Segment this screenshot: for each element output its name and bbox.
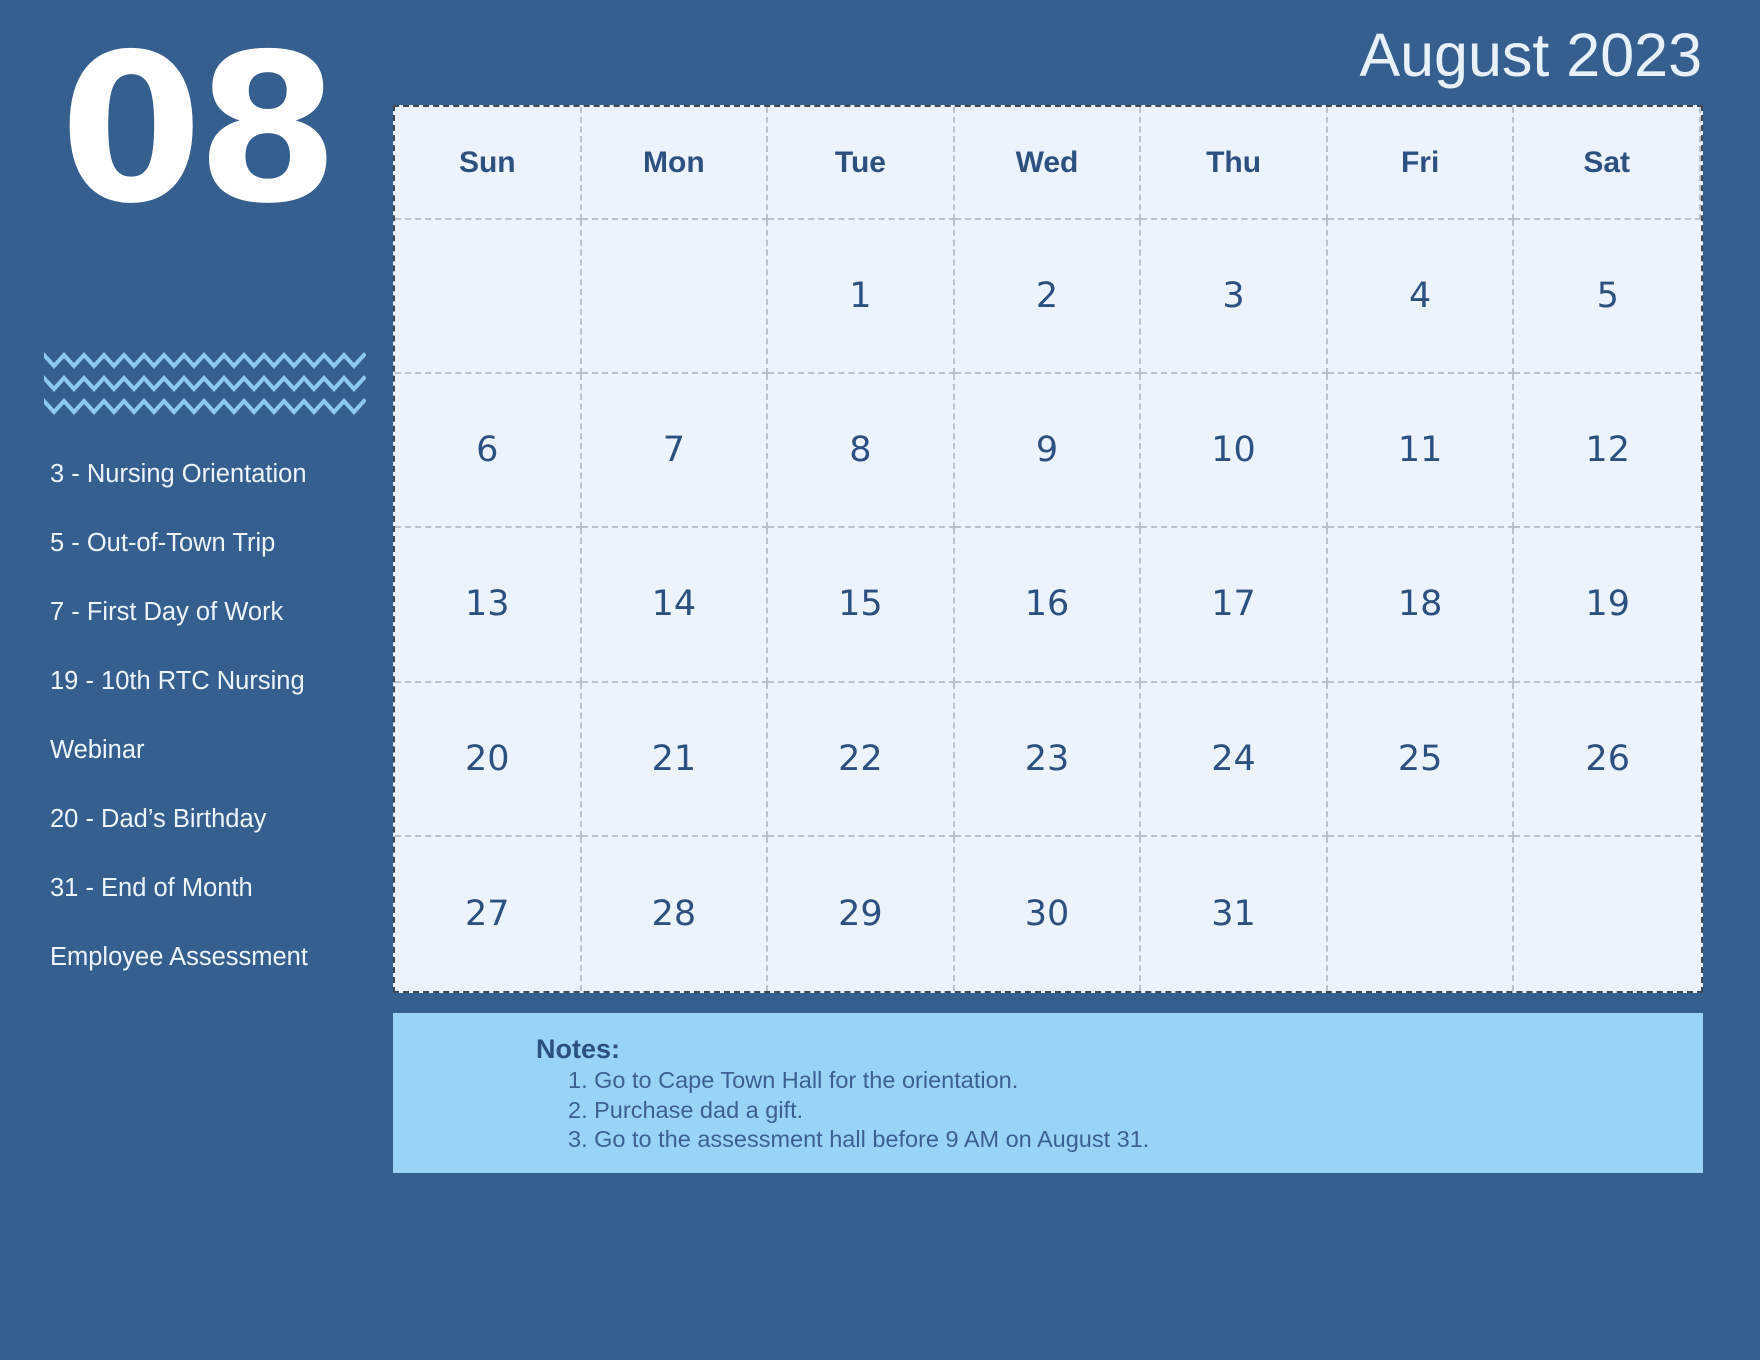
weekday-header-sat: Sat bbox=[1514, 107, 1701, 220]
weekday-header-sun: Sun bbox=[395, 107, 582, 220]
event-item: 3 - Nursing Orientation bbox=[50, 460, 307, 488]
month-number: 08 bbox=[59, 11, 339, 249]
event-item: 7 - First Day of Work bbox=[50, 598, 284, 626]
day-cell[interactable]: 1 bbox=[768, 220, 955, 375]
note-item: 3. Go to the assessment hall before 9 AM… bbox=[568, 1126, 1150, 1152]
day-cell[interactable]: 20 bbox=[395, 682, 582, 837]
event-item: Employee Assessment bbox=[50, 943, 308, 971]
day-cell[interactable]: 28 bbox=[581, 836, 769, 991]
event-item: 19 - 10th RTC Nursing bbox=[50, 667, 305, 695]
day-cell[interactable]: 22 bbox=[768, 682, 955, 837]
notes-panel: Notes: 1. Go to Cape Town Hall for the o… bbox=[393, 1013, 1703, 1173]
event-item: Webinar bbox=[50, 736, 145, 764]
day-cell[interactable]: 3 bbox=[1141, 220, 1328, 375]
day-cell[interactable]: 5 bbox=[1514, 220, 1701, 375]
weekday-header-mon: Mon bbox=[581, 107, 769, 220]
day-cell[interactable]: 11 bbox=[1327, 374, 1515, 529]
note-item: 2. Purchase dad a gift. bbox=[568, 1096, 804, 1123]
day-cell[interactable]: 27 bbox=[395, 836, 582, 991]
day-cell[interactable]: 26 bbox=[1514, 682, 1701, 837]
day-cell[interactable]: 8 bbox=[768, 374, 955, 529]
day-cell-empty bbox=[395, 220, 582, 375]
day-cell[interactable]: 30 bbox=[954, 836, 1142, 991]
event-item: 5 - Out-of-Town Trip bbox=[50, 529, 276, 557]
weekday-header-tue: Tue bbox=[768, 107, 955, 220]
weekday-header-fri: Fri bbox=[1327, 107, 1515, 220]
day-cell[interactable]: 6 bbox=[395, 374, 582, 529]
day-cell[interactable]: 21 bbox=[581, 682, 769, 837]
page-title: August 2023 bbox=[1359, 21, 1702, 89]
day-cell[interactable]: 29 bbox=[768, 836, 955, 991]
zigzag-decoration-icon bbox=[41, 344, 367, 416]
calendar-grid: Sun Mon Tue Wed Thu Fri Sat 1 2 3 4 5 6 7 8 9 10 11 12 13 14… bbox=[393, 105, 1703, 993]
notes-items: 1. Go to Cape Town Hall for the orientat… bbox=[568, 1066, 1149, 1155]
weekday-header-wed: Wed bbox=[954, 107, 1142, 220]
events-list: 3 - Nursing Orientation 5 - Out-of-Town T… bbox=[50, 440, 390, 992]
day-cell[interactable]: 19 bbox=[1514, 528, 1701, 683]
day-cell-empty bbox=[1514, 836, 1701, 991]
day-cell[interactable]: 14 bbox=[581, 528, 769, 683]
day-cell[interactable]: 9 bbox=[954, 374, 1142, 529]
day-cell[interactable]: 4 bbox=[1327, 220, 1515, 375]
note-item: 1. Go to Cape Town Hall for the orientat… bbox=[568, 1067, 1019, 1093]
day-cell-empty bbox=[1327, 836, 1515, 991]
weekday-header-thu: Thu bbox=[1141, 107, 1328, 220]
day-cell[interactable]: 24 bbox=[1141, 682, 1328, 837]
day-cell[interactable]: 10 bbox=[1141, 374, 1328, 529]
day-cell[interactable]: 13 bbox=[395, 528, 582, 683]
day-cell[interactable]: 25 bbox=[1327, 682, 1515, 837]
day-cell[interactable]: 7 bbox=[581, 374, 769, 529]
event-item: 31 - End of Month bbox=[50, 874, 253, 902]
day-cell[interactable]: 17 bbox=[1141, 528, 1328, 683]
day-cell[interactable]: 15 bbox=[768, 528, 955, 683]
day-cell[interactable]: 18 bbox=[1327, 528, 1515, 683]
day-cell[interactable]: 2 bbox=[954, 220, 1142, 375]
sidebar: 08 3 - Nursing Orientation 5 - Out-of-Tow… bbox=[0, 0, 393, 1360]
day-cell-empty bbox=[581, 220, 769, 375]
day-cell[interactable]: 12 bbox=[1514, 374, 1701, 529]
day-cell[interactable]: 23 bbox=[954, 682, 1142, 837]
day-cell[interactable]: 16 bbox=[954, 528, 1142, 683]
notes-title: Notes: bbox=[536, 1034, 621, 1064]
calendar-page: 08 3 - Nursing Orientation 5 - Out-of-Tow… bbox=[0, 0, 1760, 1360]
day-cell[interactable]: 31 bbox=[1141, 836, 1328, 991]
event-item: 20 - Dad’s Birthday bbox=[50, 805, 267, 833]
